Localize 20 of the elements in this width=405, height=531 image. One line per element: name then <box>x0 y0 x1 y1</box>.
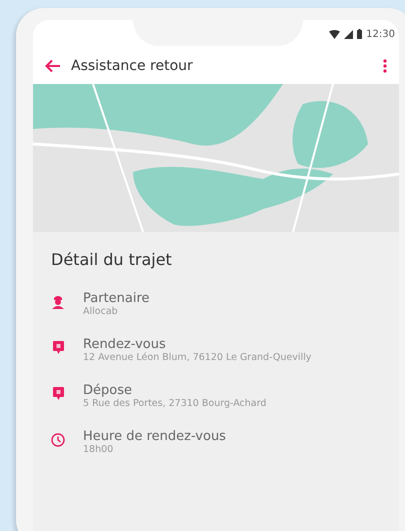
signal-icon <box>344 30 354 38</box>
wifi-icon <box>329 30 340 38</box>
status-time: 12:30 <box>366 28 395 40</box>
back-arrow-icon <box>45 59 61 73</box>
detail-label: Dépose <box>83 383 133 398</box>
location-pin-icon <box>52 341 64 354</box>
detail-label: Partenaire <box>83 291 150 306</box>
detail-value: 5 Rue des Portes, 27310 Bourg-Achard <box>83 398 266 409</box>
app-bar-title: Assistance retour <box>71 58 194 74</box>
detail-value: 12 Avenue Léon Blum, 76120 Le Grand-Quevilly <box>83 352 312 363</box>
detail-value: 18h00 <box>83 444 114 455</box>
section-title: Détail du trajet <box>51 250 173 269</box>
battery-icon <box>357 29 362 39</box>
more-icon <box>383 59 387 73</box>
person-icon <box>52 295 64 309</box>
clock-icon <box>51 433 65 447</box>
detail-label: Heure de rendez-vous <box>83 429 226 444</box>
detail-label: Rendez-vous <box>83 337 167 352</box>
detail-value: Allocab <box>83 306 119 317</box>
location-pin-icon <box>52 387 64 400</box>
